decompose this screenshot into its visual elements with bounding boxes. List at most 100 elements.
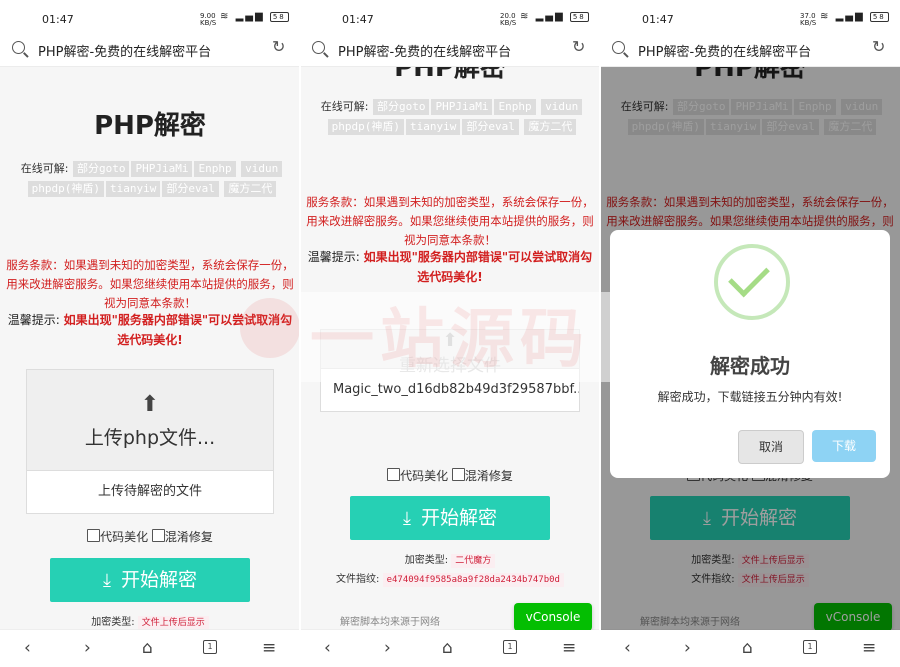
beautify-checkbox[interactable]	[87, 529, 101, 542]
page-url-title[interactable]: PHP解密-免费的在线解密平台	[38, 41, 211, 60]
phone-screen-1: 01:47 9.00 KB/S ≋ ▂▄▆ 58 PHP解密-免费的在线解密平台 …	[0, 0, 300, 667]
cancel-button[interactable]: 取消	[738, 430, 804, 464]
back-icon[interactable]: ‹	[624, 638, 631, 658]
home-icon[interactable]: ⌂	[442, 638, 453, 658]
start-decrypt-button[interactable]: ⤓ 开始解密	[50, 558, 250, 602]
type-tag: 部分goto	[72, 161, 130, 177]
battery-icon: 58	[869, 12, 889, 22]
type-tag: 部分eval	[162, 181, 219, 197]
refresh-icon[interactable]: ↻	[572, 37, 585, 56]
signal-icon: ▂▄▆	[835, 11, 865, 22]
terms-of-service: 服务条款：如果遇到未知的加密类型，系统会保存一份，用来改进解密服务。如果您继续使…	[306, 195, 594, 247]
success-dialog: 解密成功 解密成功，下载链接五分钟内有效! 取消 下载	[610, 230, 890, 478]
fingerprint-value: e474094f9585a8a9f28da2434b747b0d	[382, 573, 564, 587]
enc-type-label: 加密类型:	[404, 555, 449, 566]
home-icon[interactable]: ⌂	[142, 638, 153, 658]
address-bar[interactable]: PHP解密-免费的在线解密平台 ↻	[300, 34, 600, 67]
status-bar: 01:47 9.00 KB/S ≋ ▂▄▆ 58	[0, 0, 300, 34]
search-icon[interactable]	[12, 41, 25, 54]
tabs-icon[interactable]: 1	[803, 640, 817, 654]
address-bar[interactable]: PHP解密-免费的在线解密平台 ↻	[0, 34, 300, 67]
type-tag: Enphp	[494, 99, 536, 115]
page-content: PHP解密 在线可解: 部分goto PHPJiaMi Enphp vidun php…	[0, 67, 300, 630]
page-url-title[interactable]: PHP解密-免费的在线解密平台	[338, 41, 511, 60]
type-tag: vidun	[541, 99, 583, 115]
home-icon[interactable]: ⌂	[742, 638, 753, 658]
page-heading: PHP解密	[394, 67, 506, 83]
screen-divider	[299, 0, 301, 667]
status-icons: ≋ ▂▄▆ 58	[820, 11, 889, 22]
dialog-title: 解密成功	[710, 354, 790, 378]
selected-file-name: Magic_two_d16db82b49d3f29587bbf...	[333, 382, 579, 397]
footer-note: 解密脚本均来源于网络	[340, 617, 440, 628]
type-tag: 魔方二代	[524, 119, 577, 135]
wifi-icon: ≋	[820, 11, 831, 22]
signal-icon: ▂▄▆	[235, 11, 265, 22]
terms-of-service: 服务条款：如果遇到未知的加密类型，系统会保存一份，用来改进解密服务。如果您继续使…	[6, 258, 294, 310]
phone-screen-2: 01:47 20.0 KB/S ≋ ▂▄▆ 58 PHP解密-免费的在线解密平台 …	[300, 0, 600, 667]
tabs-icon[interactable]: 1	[503, 640, 517, 654]
upload-label: 上传php文件...	[84, 427, 216, 449]
file-select-box[interactable]: ⬆ 重新选择文件 Magic_two_d16db82b49d3f29587bbf…	[320, 329, 580, 412]
obfuscate-fix-checkbox[interactable]	[451, 468, 465, 481]
upload-dropzone[interactable]: ⬆ 上传php文件...	[27, 370, 273, 471]
enc-type-value: 二代魔方	[451, 554, 496, 568]
success-check-icon	[714, 244, 790, 320]
vconsole-button[interactable]: vConsole	[514, 603, 592, 630]
back-icon[interactable]: ‹	[24, 638, 31, 658]
refresh-icon[interactable]: ↻	[872, 37, 885, 56]
upload-box[interactable]: ⬆ 上传php文件... 上传待解密的文件	[26, 369, 274, 514]
download-icon: ⤓	[103, 570, 111, 591]
status-time: 01:47	[342, 13, 374, 26]
status-bar: 01:47 37.0 KB/S ≋ ▂▄▆ 58	[600, 0, 900, 34]
forward-icon[interactable]: ›	[684, 638, 691, 658]
reselect-dropzone[interactable]: ⬆ 重新选择文件	[321, 330, 579, 376]
menu-icon[interactable]: ≡	[862, 638, 876, 658]
start-decrypt-label: 开始解密	[420, 507, 497, 529]
wifi-icon: ≋	[220, 11, 231, 22]
download-button[interactable]: 下载	[812, 430, 876, 462]
tabs-icon[interactable]: 1	[203, 640, 217, 654]
wifi-icon: ≋	[520, 11, 531, 22]
browser-nav-bar: ‹ › ⌂ 1 ≡	[0, 629, 300, 667]
page-url-title[interactable]: PHP解密-免费的在线解密平台	[638, 41, 811, 60]
battery-icon: 58	[569, 12, 589, 22]
screen-divider	[599, 0, 601, 667]
status-icons: ≋ ▂▄▆ 58	[520, 11, 589, 22]
signal-icon: ▂▄▆	[535, 11, 565, 22]
online-label: 在线可解:	[320, 100, 369, 113]
obfuscate-fix-checkbox[interactable]	[151, 529, 165, 542]
type-tag: PHPJiaMi	[131, 161, 193, 177]
refresh-icon[interactable]: ↻	[272, 37, 285, 56]
type-tag: phpdp(神盾)	[327, 119, 404, 135]
obfuscate-fix-label: 混淆修复	[464, 469, 513, 483]
supported-types: 在线可解: 部分goto PHPJiaMi Enphp vidun phpdp(神盾)…	[318, 97, 586, 137]
dialog-message: 解密成功，下载链接五分钟内有效!	[657, 390, 843, 404]
enc-type-label: 加密类型:	[91, 617, 135, 628]
obfuscate-fix-label: 混淆修复	[164, 530, 213, 544]
start-decrypt-button[interactable]: ⤓ 开始解密	[350, 496, 550, 540]
options-row: 代码美化 混淆修复	[300, 467, 600, 484]
network-speed: 9.00 KB/S	[200, 12, 217, 27]
menu-icon[interactable]: ≡	[262, 638, 276, 658]
upload-icon: ⬆	[140, 392, 160, 417]
beautify-checkbox[interactable]	[387, 468, 401, 481]
encryption-type-row: 加密类型: 二代魔方	[300, 551, 600, 568]
tip-label: 温馨提示:	[7, 313, 60, 327]
status-time: 01:47	[42, 13, 74, 26]
address-bar[interactable]: PHP解密-免费的在线解密平台 ↻	[600, 34, 900, 67]
search-icon[interactable]	[612, 41, 625, 54]
back-icon[interactable]: ‹	[324, 638, 331, 658]
warm-tip: 温馨提示: 如果出现"服务器内部错误"可以尝试取消勾选代码美化!	[4, 310, 296, 350]
type-tag: tianyiw	[106, 181, 161, 197]
menu-icon[interactable]: ≡	[562, 638, 576, 658]
type-tag: Enphp	[194, 161, 236, 177]
options-row: 代码美化 混淆修复	[0, 528, 300, 545]
type-tag: tianyiw	[406, 119, 461, 135]
forward-icon[interactable]: ›	[84, 638, 91, 658]
forward-icon[interactable]: ›	[384, 638, 391, 658]
start-decrypt-label: 开始解密	[120, 569, 197, 591]
browser-nav-bar: ‹ › ⌂ 1 ≡	[600, 629, 900, 667]
online-label: 在线可解:	[20, 162, 69, 175]
search-icon[interactable]	[312, 41, 325, 54]
